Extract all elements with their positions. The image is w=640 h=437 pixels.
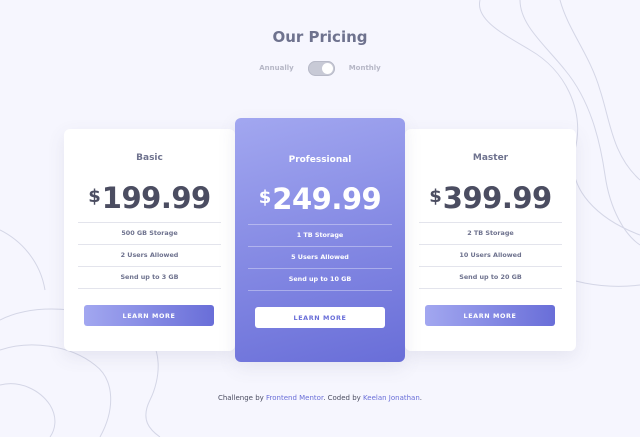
- attribution-footer: Challenge by Frontend Mentor. Coded by K…: [0, 394, 640, 402]
- frontend-mentor-link[interactable]: Frontend Mentor: [266, 394, 323, 402]
- feature-item: 500 GB Storage: [78, 223, 221, 245]
- feature-item: Send up to 20 GB: [419, 267, 562, 289]
- footer-prefix: Challenge by: [217, 394, 267, 402]
- toggle-knob: [321, 62, 333, 74]
- author-link[interactable]: Keelan Jonathan: [363, 394, 420, 402]
- feature-item: Send up to 10 GB: [248, 269, 392, 291]
- feature-item: 10 Users Allowed: [419, 245, 562, 267]
- plan-price: $199.99: [64, 181, 235, 215]
- currency-symbol: $: [258, 187, 272, 208]
- learn-more-button[interactable]: LEARN MORE: [425, 305, 555, 326]
- feature-item: 2 TB Storage: [419, 223, 562, 245]
- feature-item: Send up to 3 GB: [78, 267, 221, 289]
- learn-more-button[interactable]: LEARN MORE: [84, 305, 214, 326]
- plan-price: $399.99: [405, 181, 576, 215]
- plan-card-professional: Professional $249.99 1 TB Storage 5 User…: [235, 118, 405, 362]
- currency-symbol: $: [88, 186, 101, 207]
- price-amount: 399.99: [442, 181, 552, 215]
- plan-name: Basic: [136, 153, 163, 163]
- monthly-label: Monthly: [348, 64, 381, 72]
- feature-list: 1 TB Storage 5 Users Allowed Send up to …: [248, 224, 392, 291]
- feature-list: 500 GB Storage 2 Users Allowed Send up t…: [78, 222, 221, 289]
- page-title: Our Pricing: [272, 28, 368, 46]
- plan-card-basic: Basic $199.99 500 GB Storage 2 Users All…: [64, 129, 235, 351]
- plan-price: $249.99: [235, 182, 405, 216]
- feature-list: 2 TB Storage 10 Users Allowed Send up to…: [419, 222, 562, 289]
- feature-item: 2 Users Allowed: [78, 245, 221, 267]
- billing-toggle-switch[interactable]: [307, 60, 335, 76]
- price-amount: 199.99: [101, 181, 211, 215]
- footer-middle: . Coded by: [323, 394, 364, 402]
- plan-name: Professional: [288, 155, 352, 165]
- footer-suffix: .: [419, 394, 423, 402]
- currency-symbol: $: [429, 186, 442, 207]
- price-amount: 249.99: [272, 182, 382, 216]
- feature-item: 1 TB Storage: [248, 225, 392, 247]
- billing-toggle-row: Annually Monthly: [0, 59, 640, 77]
- annually-label: Annually: [259, 64, 294, 72]
- feature-item: 5 Users Allowed: [248, 247, 392, 269]
- plan-name: Master: [472, 153, 509, 163]
- plan-card-master: Master $399.99 2 TB Storage 10 Users All…: [405, 129, 576, 351]
- learn-more-button[interactable]: LEARN MORE: [255, 307, 385, 328]
